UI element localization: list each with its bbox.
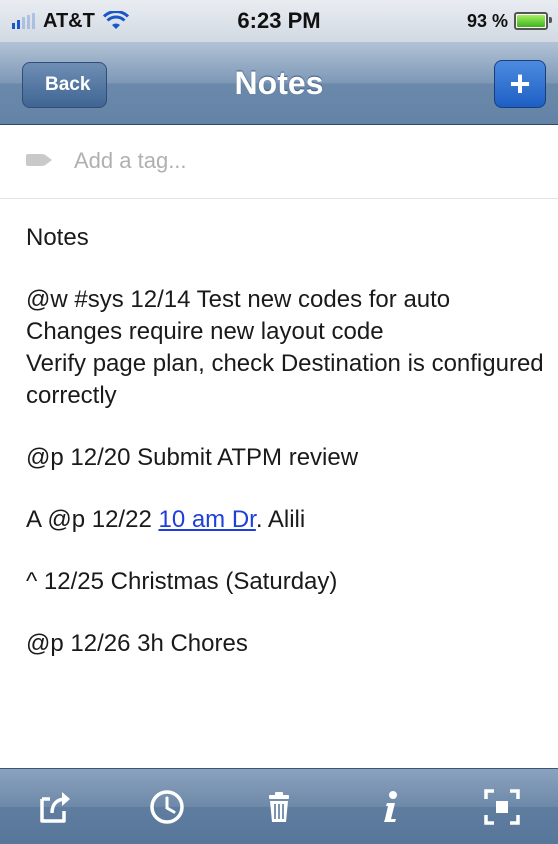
- note-entry: @p 12/26 3h Chores: [26, 630, 248, 657]
- navigation-bar: Notes Back +: [0, 42, 558, 125]
- note-text: . Alili: [255, 506, 306, 533]
- bottom-toolbar: [0, 768, 558, 844]
- status-bar: AT&T 6:23 PM 93 %: [0, 0, 558, 42]
- note-body[interactable]: Notes @w #sys 12/14 Test new codes for a…: [26, 200, 546, 760]
- share-button[interactable]: [26, 777, 86, 837]
- note-title: Notes: [26, 224, 89, 251]
- note-entry: @p 12/20 Submit ATPM review: [26, 444, 359, 471]
- tag-row: [0, 124, 558, 199]
- note-entry: @w #sys 12/14 Test new codes for auto Ch…: [26, 284, 546, 412]
- fullscreen-button[interactable]: [472, 777, 532, 837]
- info-icon: [383, 790, 397, 822]
- battery-percent: 93 %: [466, 10, 508, 31]
- note-entry: A @p 12/22 10 am Dr. Alili: [26, 504, 546, 536]
- battery-icon: [514, 12, 552, 30]
- add-note-button[interactable]: +: [494, 60, 546, 108]
- fullscreen-icon: [484, 788, 520, 825]
- note-line: Verify page plan, check Destination is c…: [26, 350, 544, 409]
- back-button[interactable]: Back: [22, 62, 108, 108]
- note-line: @w #sys 12/14 Test new codes for auto: [26, 286, 451, 313]
- note-text: A @p 12/22: [26, 506, 159, 533]
- clock-icon: [150, 789, 185, 824]
- share-icon: [40, 791, 70, 823]
- trash-icon: [268, 791, 289, 822]
- note-entry: ^ 12/25 Christmas (Saturday): [26, 568, 338, 595]
- appointment-link[interactable]: 10 am Dr: [158, 506, 255, 533]
- tag-icon: [26, 154, 52, 166]
- note-line: Changes require new layout code: [26, 318, 384, 345]
- reminder-button[interactable]: [137, 777, 197, 837]
- status-right: 93 %: [466, 0, 552, 42]
- delete-button[interactable]: [249, 777, 309, 837]
- tag-input[interactable]: [72, 142, 516, 180]
- info-button[interactable]: [361, 777, 421, 837]
